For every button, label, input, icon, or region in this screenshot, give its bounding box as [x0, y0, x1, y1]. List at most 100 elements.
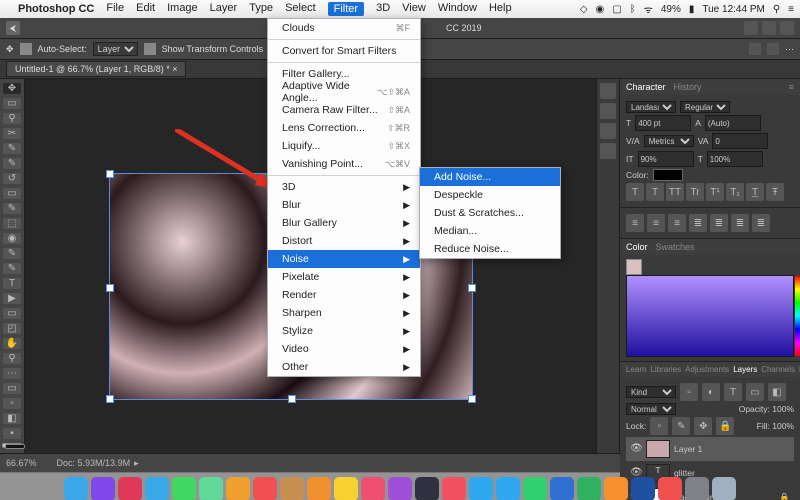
filter-item-blur-gallery[interactable]: Blur Gallery▶: [268, 214, 420, 232]
dock-rem[interactable]: [307, 477, 331, 500]
dock-num[interactable]: [523, 477, 547, 500]
mac-menu-image[interactable]: Image: [167, 2, 198, 16]
dock-pod[interactable]: [388, 477, 412, 500]
tool-1[interactable]: ▭: [3, 98, 21, 109]
cloud-icon[interactable]: [744, 21, 758, 35]
tool-22[interactable]: ◧: [3, 413, 21, 424]
search-icon[interactable]: [780, 21, 794, 35]
tool-5[interactable]: ✎: [3, 158, 21, 169]
filter-item-pixelate[interactable]: Pixelate▶: [268, 268, 420, 286]
notif-icon[interactable]: ≡: [788, 4, 794, 15]
dock-siri[interactable]: [91, 477, 115, 500]
zoom-label[interactable]: 66.67%: [6, 458, 37, 468]
blend-mode[interactable]: Normal: [626, 403, 676, 415]
tool-0[interactable]: ✥: [3, 83, 21, 94]
filter-item-3d[interactable]: 3D▶: [268, 178, 420, 196]
filter-item-liquify-[interactable]: Liquify...⇧⌘X: [268, 137, 420, 155]
dock-news[interactable]: [442, 477, 466, 500]
dock-cal[interactable]: [253, 477, 277, 500]
mac-menu-window[interactable]: Window: [438, 2, 477, 16]
mac-menu-view[interactable]: View: [402, 2, 426, 16]
tool-6[interactable]: ↺: [3, 173, 21, 184]
mac-menu-type[interactable]: Type: [249, 2, 273, 16]
tab-character[interactable]: Character: [626, 82, 666, 92]
filter-item-render[interactable]: Render▶: [268, 286, 420, 304]
wifi-icon[interactable]: ᯤ: [644, 2, 653, 16]
transform-handle[interactable]: [468, 284, 476, 292]
tool-19[interactable]: ⋯: [3, 368, 21, 379]
tool-10[interactable]: ◉: [3, 233, 21, 244]
tool-15[interactable]: ▭: [3, 308, 21, 319]
distribute-icon[interactable]: [767, 43, 779, 55]
auto-select-chk[interactable]: [20, 43, 32, 55]
filter-item-convert-for-smart-filters[interactable]: Convert for Smart Filters: [268, 42, 420, 60]
color-picker[interactable]: [626, 275, 794, 357]
leading[interactable]: [705, 115, 761, 131]
close-icon[interactable]: ×: [172, 64, 177, 74]
visibility-icon[interactable]: 👁: [630, 443, 642, 455]
tool-8[interactable]: ✎: [3, 203, 21, 214]
display-icon[interactable]: ▢: [612, 4, 621, 15]
dock-tv[interactable]: [415, 477, 439, 500]
tab-channels[interactable]: Channels: [761, 365, 795, 374]
mac-menu-3d[interactable]: 3D: [376, 2, 390, 16]
lock-icon[interactable]: ▫: [650, 417, 668, 435]
tool-7[interactable]: ▭: [3, 188, 21, 199]
noise-item-reduce-noise-[interactable]: Reduce Noise...: [420, 240, 560, 258]
noise-item-median-[interactable]: Median...: [420, 222, 560, 240]
tool-23[interactable]: ▪: [3, 428, 21, 439]
panel-icon[interactable]: [600, 123, 616, 139]
panel-icon[interactable]: [600, 103, 616, 119]
mac-menu-filter[interactable]: Filter: [328, 2, 364, 16]
dock-msg[interactable]: [172, 477, 196, 500]
dropbox-icon[interactable]: ◇: [580, 4, 588, 15]
mac-menu-edit[interactable]: Edit: [136, 2, 155, 16]
layer-row[interactable]: 👁Layer 1: [626, 437, 794, 461]
filter-item-video[interactable]: Video▶: [268, 340, 420, 358]
tab-swatches[interactable]: Swatches: [656, 242, 695, 252]
transform-handle[interactable]: [106, 170, 114, 178]
auto-select-target[interactable]: Layer: [93, 42, 138, 56]
dock-xcel[interactable]: [577, 477, 601, 500]
tab-learn[interactable]: Learn: [626, 365, 646, 374]
text-color-swatch[interactable]: [653, 169, 683, 181]
dock-ai[interactable]: [604, 477, 628, 500]
filter-item-stylize[interactable]: Stylize▶: [268, 322, 420, 340]
tool-21[interactable]: ▫: [3, 398, 21, 409]
tool-20[interactable]: ▭: [3, 383, 21, 394]
mac-menu-select[interactable]: Select: [285, 2, 316, 16]
font-style[interactable]: Regular: [680, 101, 730, 113]
tool-17[interactable]: ✋: [3, 338, 21, 349]
noise-item-despeckle[interactable]: Despeckle: [420, 186, 560, 204]
doc-tab[interactable]: Untitled-1 @ 66.7% (Layer 1, RGB/8) * ×: [6, 61, 186, 77]
tool-12[interactable]: ✎: [3, 263, 21, 274]
filter-item-other[interactable]: Other▶: [268, 358, 420, 376]
bt-icon[interactable]: ᛒ: [630, 4, 636, 15]
align-left-icon[interactable]: ≡: [626, 214, 644, 232]
battery-icon[interactable]: ▮: [689, 4, 695, 15]
filter-item-vanishing-point-[interactable]: Vanishing Point...⌥⌘V: [268, 155, 420, 173]
tab-layers[interactable]: Layers: [733, 365, 757, 374]
transform-handle[interactable]: [106, 395, 114, 403]
font-family[interactable]: Landasans_demo01: [626, 101, 676, 113]
panel-icon[interactable]: [600, 83, 616, 99]
vscale[interactable]: [638, 151, 694, 167]
hscale[interactable]: [707, 151, 763, 167]
noise-item-dust-scratches-[interactable]: Dust & Scratches...: [420, 204, 560, 222]
show-transform-chk[interactable]: [144, 43, 156, 55]
noise-item-add-noise-[interactable]: Add Noise...: [420, 168, 560, 186]
dock-ps[interactable]: [631, 477, 655, 500]
kerning[interactable]: Metrics: [644, 135, 694, 147]
filter-item-distort[interactable]: Distort▶: [268, 232, 420, 250]
fg-swatch[interactable]: [626, 259, 642, 275]
filter-item-blur[interactable]: Blur▶: [268, 196, 420, 214]
hue-slider[interactable]: [795, 276, 800, 356]
home-icon[interactable]: ⮜: [6, 21, 20, 35]
dock-notes[interactable]: [334, 477, 358, 500]
dock-maps[interactable]: [199, 477, 223, 500]
tool-4[interactable]: ✎: [3, 143, 21, 154]
tab-color[interactable]: Color: [626, 242, 648, 252]
filter-item-camera-raw-filter-[interactable]: Camera Raw Filter...⇧⌘A: [268, 101, 420, 119]
mac-menu-help[interactable]: Help: [489, 2, 512, 16]
italic-btn[interactable]: T: [646, 183, 664, 201]
